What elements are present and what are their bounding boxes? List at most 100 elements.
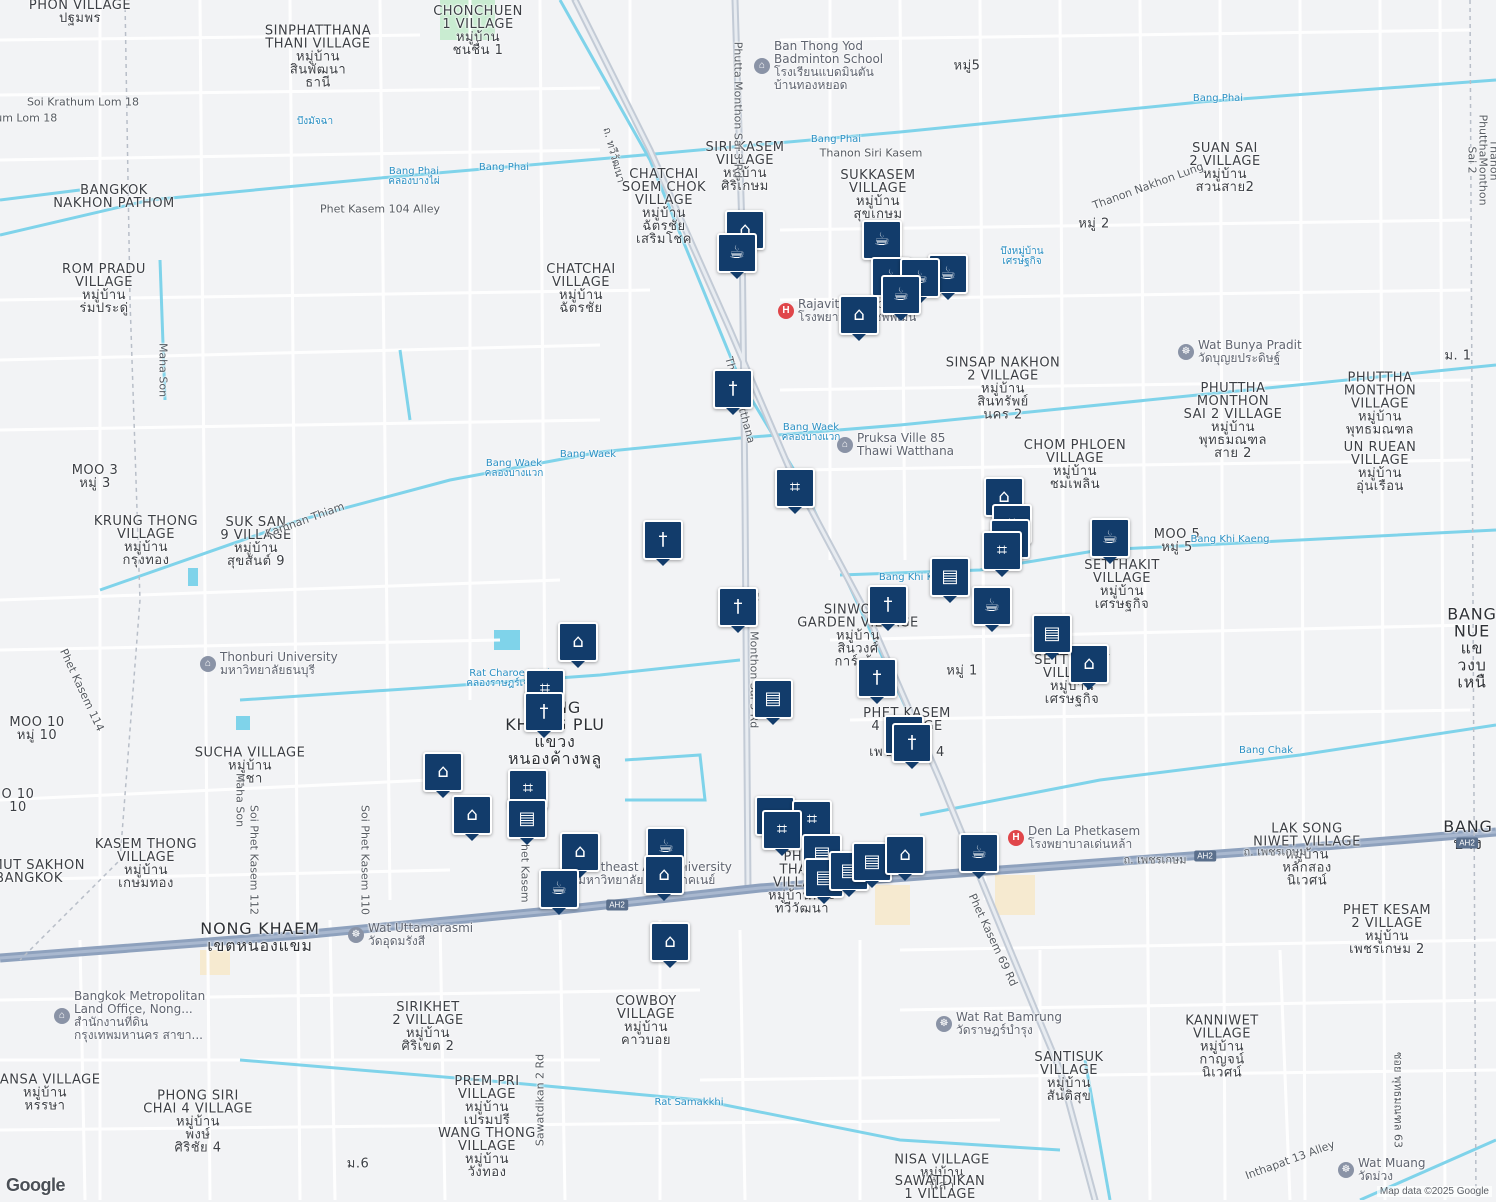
poi-label[interactable]: Wat Rat Bamrung วัดราษฎร์บำรุง bbox=[956, 1011, 1062, 1037]
place-label: ม. 1 bbox=[1444, 350, 1471, 363]
poi-label[interactable]: Wat Muang วัดม่วง bbox=[1358, 1157, 1426, 1183]
road-label: ถ. เพชรเกษม bbox=[1124, 855, 1187, 866]
temple-icon[interactable]: ☸ bbox=[936, 1016, 952, 1032]
road-label: Phet Kasem bbox=[520, 837, 531, 902]
shopping-cart-icon: ⌗ bbox=[807, 809, 817, 830]
temple-icon[interactable]: ☸ bbox=[348, 927, 364, 943]
place-label: PHON VILLAGE ปฐมพร bbox=[29, 0, 131, 25]
highway-shield: AH2 bbox=[1194, 851, 1216, 862]
office-icon[interactable]: ⌂ bbox=[54, 1008, 70, 1024]
poi-label[interactable]: Wat Uttamarasmi วัดอุดมรังสี bbox=[368, 922, 473, 948]
shopping-marker[interactable]: ▤ bbox=[1032, 614, 1072, 654]
place-label: หมู่ 1 bbox=[946, 665, 978, 678]
school-marker[interactable]: ⌂ bbox=[452, 795, 492, 835]
cafe-marker[interactable]: ☕ bbox=[717, 233, 757, 273]
poi-label[interactable]: Den La Phetkasem โรงพยาบาลเด่นหล้า bbox=[1028, 825, 1140, 851]
grocery-marker[interactable]: ⌗ bbox=[982, 531, 1022, 571]
school-marker[interactable]: ⌂ bbox=[644, 855, 684, 895]
place-label: หมู่5 bbox=[954, 60, 981, 73]
pond bbox=[188, 568, 198, 586]
place-label: CHOM PHLOEN VILLAGE หมู่บ้าน ชมเพลิน bbox=[1024, 439, 1127, 491]
canal-label: Bang Phai bbox=[811, 135, 861, 145]
school-marker[interactable]: ⌂ bbox=[885, 835, 925, 875]
place-label: CHATCHAI SOEM CHOK VILLAGE หมู่บ้าน ฉัตร… bbox=[622, 168, 706, 246]
cafe-marker[interactable]: ☕ bbox=[1090, 518, 1130, 558]
place-label: HANSA VILLAGE หมู่บ้าน หรรษา bbox=[0, 1074, 100, 1113]
cafe-marker[interactable]: ☕ bbox=[881, 275, 921, 315]
school-marker[interactable]: ⌂ bbox=[423, 752, 463, 792]
cafe-marker[interactable]: ☕ bbox=[959, 833, 999, 873]
hospital-icon[interactable]: H bbox=[778, 303, 794, 319]
cafe-marker[interactable]: ☕ bbox=[862, 220, 902, 260]
canal-label: Bang Phai bbox=[1193, 94, 1243, 104]
restaurant-marker[interactable]: † bbox=[643, 520, 683, 560]
graduation-cap-icon: ⌂ bbox=[1083, 653, 1094, 674]
school-icon[interactable]: ⌂ bbox=[200, 656, 216, 672]
place-label: O 10 10 bbox=[2, 788, 35, 814]
poi-label[interactable]: Wat Bunya Pradit วัดบุญยประดิษฐ์ bbox=[1198, 339, 1302, 365]
fork-knife-icon: † bbox=[729, 378, 738, 399]
fork-knife-icon: † bbox=[659, 529, 668, 550]
shopping-bag-icon: ▤ bbox=[941, 566, 958, 587]
shopping-bag-icon: ▤ bbox=[1043, 623, 1060, 644]
cafe-marker[interactable]: ☕ bbox=[539, 869, 579, 909]
road-label: rum Lom 18 bbox=[0, 113, 57, 124]
place-label: ROM PRADU VILLAGE หมู่บ้าน ร่มประดู่ bbox=[62, 263, 146, 315]
district-label: NONG KHAEM เขตหนองแขม bbox=[200, 920, 319, 954]
restaurant-marker[interactable]: † bbox=[713, 369, 753, 409]
restaurant-marker[interactable]: † bbox=[892, 723, 932, 763]
shopping-marker[interactable]: ▤ bbox=[753, 679, 793, 719]
road-label: Phutta Monthon Sai 3 Rd bbox=[733, 42, 744, 179]
canal-label: Bang Khi Kaeng bbox=[1190, 535, 1269, 545]
canal-label: Bang Phai คลองบางไผ่ bbox=[388, 167, 439, 187]
coffee-cup-icon: ☕ bbox=[874, 229, 890, 250]
school-marker[interactable]: ⌂ bbox=[1069, 644, 1109, 684]
hospital-icon[interactable]: H bbox=[1008, 830, 1024, 846]
school-marker[interactable]: ⌂ bbox=[839, 295, 879, 335]
shopping-marker[interactable]: ▤ bbox=[507, 799, 547, 839]
poi-label[interactable]: Thonburi University มหาวิทยาลัยธนบุรี bbox=[220, 651, 338, 677]
school-icon[interactable]: ⌂ bbox=[754, 58, 770, 74]
map-attribution[interactable]: Map data ©2025 Google bbox=[1377, 1186, 1492, 1197]
poi-label[interactable]: Bangkok Metropolitan Land Office, Nong..… bbox=[74, 990, 205, 1042]
fork-knife-icon: † bbox=[884, 594, 893, 615]
road-label: Soi Phet Kasem 110 bbox=[360, 805, 371, 915]
place-label: SINPHATTHANA THANI VILLAGE หมู่บ้าน สินพ… bbox=[265, 25, 371, 90]
temple-icon[interactable]: ☸ bbox=[1338, 1162, 1354, 1178]
poi-label[interactable]: Pruksa Ville 85 Thawi Watthana bbox=[857, 432, 954, 458]
shopping-cart-icon: ⌗ bbox=[777, 819, 787, 840]
graduation-cap-icon: ⌂ bbox=[437, 761, 448, 782]
road-label: ซอย พุทธมณฑล 63 bbox=[1393, 1052, 1404, 1148]
road-label: Thanon Siri Kasem bbox=[820, 148, 923, 159]
canal-label: Bang Waek คลองบางแวก bbox=[782, 423, 841, 443]
canal-label: Bang Chak bbox=[1239, 746, 1293, 756]
grocery-marker[interactable]: ⌗ bbox=[775, 468, 815, 508]
building-icon[interactable]: ⌂ bbox=[837, 437, 853, 453]
graduation-cap-icon: ⌂ bbox=[664, 931, 675, 952]
school-marker[interactable]: ⌂ bbox=[558, 622, 598, 662]
fork-knife-icon: † bbox=[873, 667, 882, 688]
fork-knife-icon: † bbox=[734, 596, 743, 617]
place-label: หมู่ 2 bbox=[1078, 218, 1110, 231]
place-label: BANGKOK NAKHON PATHOM bbox=[53, 184, 175, 210]
cafe-marker[interactable]: ☕ bbox=[972, 586, 1012, 626]
canal-label: บึงหมู่บ้าน เศรษฐกิจ bbox=[1000, 247, 1043, 267]
road-label: Maha Son bbox=[235, 773, 246, 827]
grocery-marker[interactable]: ⌗ bbox=[762, 810, 802, 850]
temple-icon[interactable]: ☸ bbox=[1178, 344, 1194, 360]
google-logo: Google bbox=[6, 1175, 65, 1196]
school-marker[interactable]: ⌂ bbox=[560, 832, 600, 872]
restaurant-marker[interactable]: † bbox=[524, 692, 564, 732]
poi-label[interactable]: Ban Thong Yod Badminton School โรงเรียนแ… bbox=[774, 40, 883, 92]
school-marker[interactable]: ⌂ bbox=[650, 922, 690, 962]
restaurant-marker[interactable]: † bbox=[857, 658, 897, 698]
place-label: PHUTTHA MONTHON VILLAGE หมู่บ้าน พุทธมณฑ… bbox=[1344, 372, 1416, 437]
place-label: WANG THONG VILLAGE หมู่บ้าน วังทอง bbox=[438, 1127, 536, 1179]
shopping-marker[interactable]: ▤ bbox=[930, 557, 970, 597]
road-label: Phet Kasem 104 Alley bbox=[320, 204, 440, 215]
restaurant-marker[interactable]: † bbox=[718, 587, 758, 627]
place-label: KANNIWET VILLAGE หมู่บ้าน กาญจน์ นิเวศน์ bbox=[1185, 1015, 1258, 1080]
place-label: SUKKASEM VILLAGE หมู่บ้าน สุขเกษม bbox=[840, 169, 915, 221]
restaurant-marker[interactable]: † bbox=[868, 585, 908, 625]
place-label: MOO 3 หมู่ 3 bbox=[72, 464, 119, 490]
